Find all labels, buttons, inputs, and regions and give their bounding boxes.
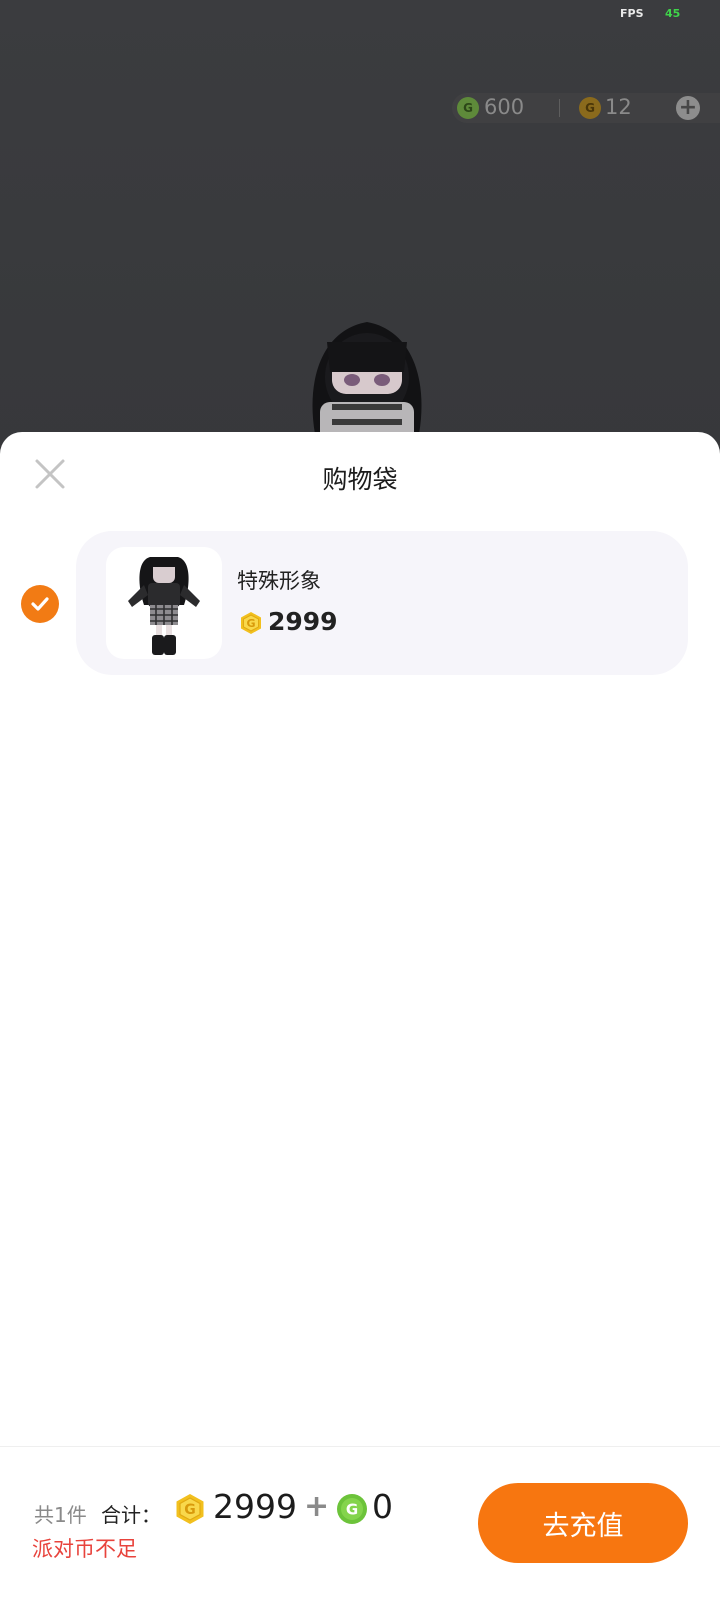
- svg-text:G: G: [246, 617, 255, 630]
- green-coin-icon: G: [337, 1494, 367, 1524]
- checkmark-icon: [31, 597, 49, 611]
- green-coin-icon: G: [457, 97, 479, 119]
- avatar-outfit-image: [128, 557, 200, 655]
- gold-coin-icon: G: [579, 97, 601, 119]
- fps-value: 45: [665, 7, 681, 20]
- green-coin-balance: 600: [484, 95, 525, 119]
- gold-coin-balance: 12: [605, 95, 632, 119]
- gold-total: 2999: [213, 1487, 297, 1526]
- item-thumbnail: [106, 547, 222, 659]
- sheet-title: 购物袋: [322, 465, 398, 494]
- recharge-button[interactable]: 去充值: [478, 1483, 688, 1563]
- checkout-footer: 共1件 合计： G 2999 + G 0 派对币不足 去充值: [0, 1446, 720, 1600]
- currency-divider: [559, 99, 560, 117]
- cart-item-card[interactable]: 特殊形象 G 2999: [76, 531, 688, 675]
- plus-sign: +: [304, 1489, 330, 1524]
- shopping-bag-sheet: 购物袋 特殊形象 G 2999: [0, 432, 720, 1600]
- gold-coin-icon: G: [176, 1494, 204, 1524]
- svg-text:G: G: [184, 1502, 196, 1518]
- item-price: 2999: [268, 607, 338, 636]
- fps-label: FPS: [620, 7, 644, 20]
- item-select-checkbox[interactable]: [21, 585, 59, 623]
- green-total: 0: [372, 1487, 393, 1526]
- item-name: 特殊形象: [237, 569, 321, 593]
- gold-coin-icon: G: [241, 612, 261, 634]
- currency-bar: G 600 G 12 +: [452, 93, 720, 123]
- item-count: 共1件: [34, 1503, 87, 1527]
- insufficient-balance-warning: 派对币不足: [32, 1537, 137, 1561]
- svg-text:G: G: [346, 1501, 358, 1519]
- game-scene-background: FPS 45 G 600 G 12 +: [0, 0, 720, 462]
- add-currency-button[interactable]: +: [676, 96, 700, 120]
- total-label: 合计：: [101, 1503, 161, 1527]
